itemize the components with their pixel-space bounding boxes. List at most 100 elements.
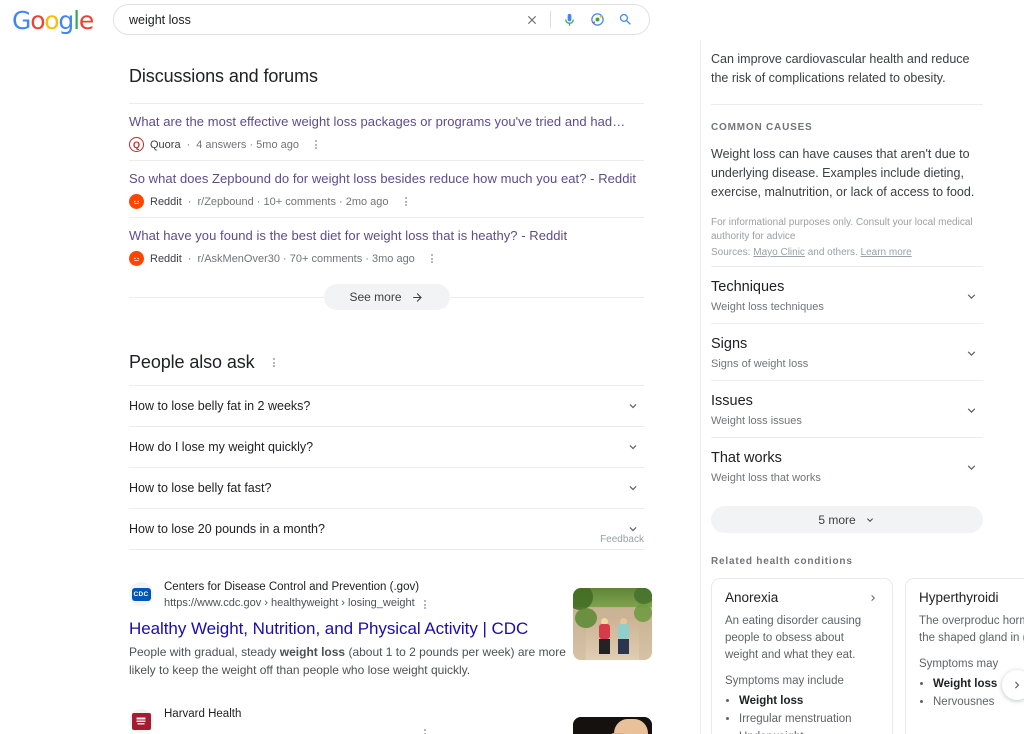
discussion-question[interactable]: What are the most effective weight loss … (129, 113, 644, 130)
kp-disclaimer: For informational purposes only. Consult… (711, 216, 976, 244)
more-options-icon[interactable] (311, 138, 321, 151)
chevron-down-icon[interactable] (959, 341, 983, 365)
result-thumbnail[interactable] (573, 717, 652, 734)
discussion-item[interactable]: So what does Zepbound do for weight loss… (129, 160, 644, 217)
accordion-subtitle: Weight loss issues (711, 415, 802, 427)
favicon-container (129, 709, 153, 733)
condition-card-hyperthyroidism[interactable]: Hyperthyroidi The overproduc hormone by … (905, 578, 1024, 734)
common-causes-text: Weight loss can have causes that aren't … (711, 145, 983, 202)
accordion-item-that-works[interactable]: That works Weight loss that works (711, 437, 983, 494)
paa-footer: Feedback (129, 549, 644, 550)
knowledge-panel-accordion: Techniques Weight loss techniques Signs … (711, 266, 1012, 494)
paa-item[interactable]: How to lose belly fat fast? (129, 467, 644, 508)
paa-item[interactable]: How to lose 20 pounds in a month? (129, 508, 644, 549)
discussion-question[interactable]: What have you found is the best diet for… (129, 227, 644, 244)
search-result-harvard: Harvard Health (129, 707, 644, 733)
meta-separator: · (188, 196, 192, 208)
snippet-text-before: People with gradual, steady (129, 645, 280, 659)
accordion-subtitle: Signs of weight loss (711, 358, 808, 370)
mayo-clinic-link[interactable]: Mayo Clinic (753, 247, 805, 258)
discussion-meta: Reddit · r/AskMenOver30 · 70+ comments ·… (129, 251, 644, 266)
microphone-icon[interactable] (555, 6, 583, 34)
more-label: 5 more (818, 513, 855, 527)
chevron-down-icon[interactable] (959, 455, 983, 479)
discussion-detail: 4 answers · 5mo ago (196, 139, 299, 151)
paa-question: How to lose belly fat in 2 weeks? (129, 399, 310, 413)
snippet-highlight: weight loss (280, 645, 345, 659)
logo-letter: G (12, 6, 30, 35)
discussion-item[interactable]: What have you found is the best diet for… (129, 217, 644, 274)
knowledge-panel-column: Can improve cardiovascular health and re… (700, 40, 1024, 734)
accordion-subtitle: Weight loss techniques (711, 301, 824, 313)
carousel-next-button[interactable] (1002, 670, 1024, 700)
google-logo[interactable]: Google (12, 8, 93, 33)
discussion-item[interactable]: What are the most effective weight loss … (129, 103, 644, 160)
knowledge-panel: Can improve cardiovascular health and re… (701, 50, 1024, 734)
condition-name: Hyperthyroidi (919, 590, 999, 605)
result-thumbnail[interactable] (573, 588, 652, 660)
discussion-source: Reddit (150, 196, 182, 208)
more-options-icon[interactable] (427, 252, 437, 265)
condition-description: An eating disorder causing people to obs… (725, 613, 879, 664)
see-more-button[interactable]: See more (323, 284, 449, 310)
more-options-icon[interactable] (401, 195, 411, 208)
chevron-right-icon[interactable] (867, 592, 879, 604)
chevron-right-icon (1010, 678, 1024, 692)
accordion-title: Techniques (711, 278, 824, 297)
accordion-item-techniques[interactable]: Techniques Weight loss techniques (711, 266, 983, 323)
accordion-item-issues[interactable]: Issues Weight loss issues (711, 380, 983, 437)
discussion-source: Quora (150, 139, 181, 151)
chevron-down-icon[interactable] (959, 398, 983, 422)
accordion-title: That works (711, 449, 821, 468)
chevron-down-icon[interactable] (622, 436, 644, 458)
paa-item[interactable]: How do I lose my weight quickly? (129, 426, 644, 467)
chevron-down-icon[interactable] (959, 284, 983, 308)
more-options-icon[interactable] (420, 598, 430, 611)
search-icon[interactable] (611, 6, 639, 34)
discussions-list: What are the most effective weight loss … (129, 103, 644, 274)
symptoms-label: Symptoms may include (725, 675, 879, 687)
foliage (634, 588, 652, 604)
paa-question: How do I lose my weight quickly? (129, 440, 313, 454)
search-bar[interactable] (113, 4, 650, 35)
paa-question: How to lose belly fat fast? (129, 481, 271, 495)
quora-favicon: Q (129, 137, 144, 152)
result-site-info: Harvard Health (164, 707, 241, 722)
cdc-favicon: CDC (132, 588, 151, 601)
walking-photo (573, 588, 652, 660)
show-more-button[interactable]: 5 more (711, 506, 983, 533)
more-options-icon[interactable] (269, 356, 279, 369)
symptoms-list: Weight loss Irregular menstruation Under… (739, 692, 879, 734)
close-icon[interactable] (518, 6, 546, 34)
logo-letter: e (79, 6, 93, 35)
chevron-down-icon[interactable] (622, 477, 644, 499)
divider (550, 11, 551, 28)
google-lens-icon[interactable] (583, 6, 611, 34)
discussions-title: Discussions and forums (129, 66, 644, 87)
accordion-title: Signs (711, 335, 808, 354)
kp-sources: Sources: Mayo Clinic and others. Learn m… (711, 246, 1012, 260)
accordion-item-signs[interactable]: Signs Signs of weight loss (711, 323, 983, 380)
discussion-detail: r/Zepbound · 10+ comments · 2mo ago (197, 196, 388, 208)
discussion-question[interactable]: So what does Zepbound do for weight loss… (129, 170, 644, 187)
meta-separator: · (188, 253, 192, 265)
result-title-link[interactable]: Healthy Weight, Nutrition, and Physical … (129, 618, 644, 639)
more-options-icon[interactable] (420, 727, 430, 734)
sources-prefix: Sources: (711, 247, 753, 258)
search-input[interactable] (114, 13, 518, 27)
feedback-link[interactable]: Feedback (600, 534, 644, 545)
chevron-down-icon[interactable] (622, 395, 644, 417)
kp-intro-text: Can improve cardiovascular health and re… (711, 50, 983, 88)
card-header: Hyperthyroidi (919, 590, 1024, 605)
logo-letter: o (30, 6, 44, 35)
learn-more-link[interactable]: Learn more (861, 247, 912, 258)
person-right (618, 618, 629, 654)
related-conditions-label: Related health conditions (711, 556, 1012, 567)
accordion-title: Issues (711, 392, 802, 411)
condition-card-anorexia[interactable]: Anorexia An eating disorder causing peop… (711, 578, 893, 734)
accordion-text: Techniques Weight loss techniques (711, 278, 824, 313)
accordion-text: That works Weight loss that works (711, 449, 821, 484)
paa-item[interactable]: How to lose belly fat in 2 weeks? (129, 385, 644, 426)
sources-mid: and others. (805, 247, 861, 258)
search-header: Google (0, 0, 1024, 40)
